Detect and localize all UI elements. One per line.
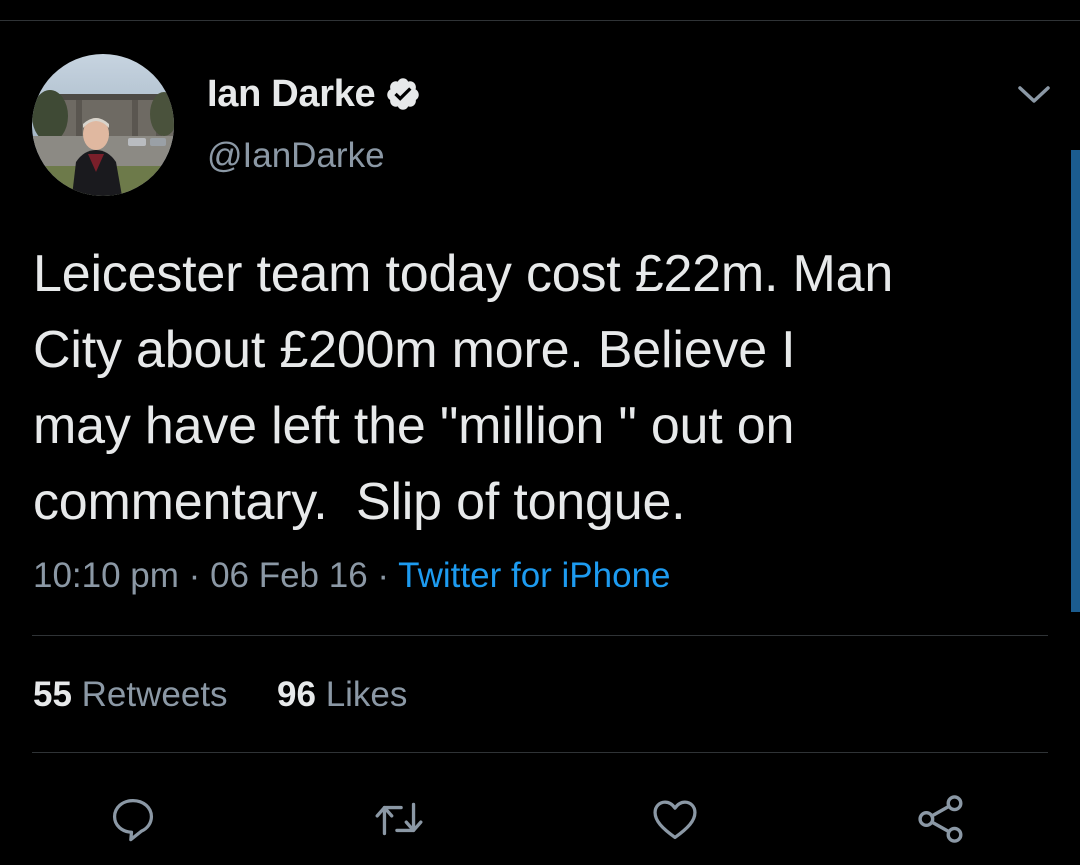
likes-label: Likes	[325, 675, 408, 714]
tweet-date[interactable]: 06 Feb 16	[210, 556, 368, 595]
likes-stat[interactable]: 96 Likes	[277, 675, 407, 714]
author-handle[interactable]: @IanDarke	[207, 136, 385, 176]
retweets-stat[interactable]: 55 Retweets	[33, 675, 237, 714]
author-display-name[interactable]: Ian Darke	[207, 73, 376, 116]
retweets-label: Retweets	[81, 675, 228, 714]
retweet-button[interactable]	[372, 792, 426, 846]
tweet-text: Leicester team today cost £22m. Man City…	[33, 245, 894, 531]
top-divider	[0, 20, 1080, 21]
scroll-indicator[interactable]	[1071, 150, 1080, 612]
tweet-meta: 10:10 pm · 06 Feb 16 · Twitter for iPhon…	[33, 556, 671, 596]
reply-icon	[112, 798, 154, 842]
tweet-source-link[interactable]: Twitter for iPhone	[398, 556, 670, 595]
meta-separator: ·	[377, 556, 399, 595]
retweet-icon	[375, 802, 423, 836]
verified-badge-icon	[385, 76, 421, 112]
reply-button[interactable]	[106, 792, 160, 846]
tweet-time[interactable]: 10:10 pm	[33, 556, 179, 595]
share-button[interactable]	[914, 792, 968, 846]
divider	[32, 635, 1048, 636]
like-button[interactable]	[648, 792, 702, 846]
meta-separator: ·	[188, 556, 211, 595]
chevron-down-icon[interactable]	[1014, 78, 1054, 110]
divider	[32, 752, 1048, 753]
tweet-stats: 55 Retweets 96 Likes	[33, 675, 407, 715]
author-name-row[interactable]: Ian Darke	[207, 70, 421, 118]
likes-count: 96	[277, 675, 326, 714]
share-icon	[918, 795, 963, 843]
retweets-count: 55	[33, 675, 82, 714]
heart-icon	[653, 800, 697, 840]
avatar[interactable]	[32, 54, 174, 196]
avatar-photo	[32, 54, 174, 196]
